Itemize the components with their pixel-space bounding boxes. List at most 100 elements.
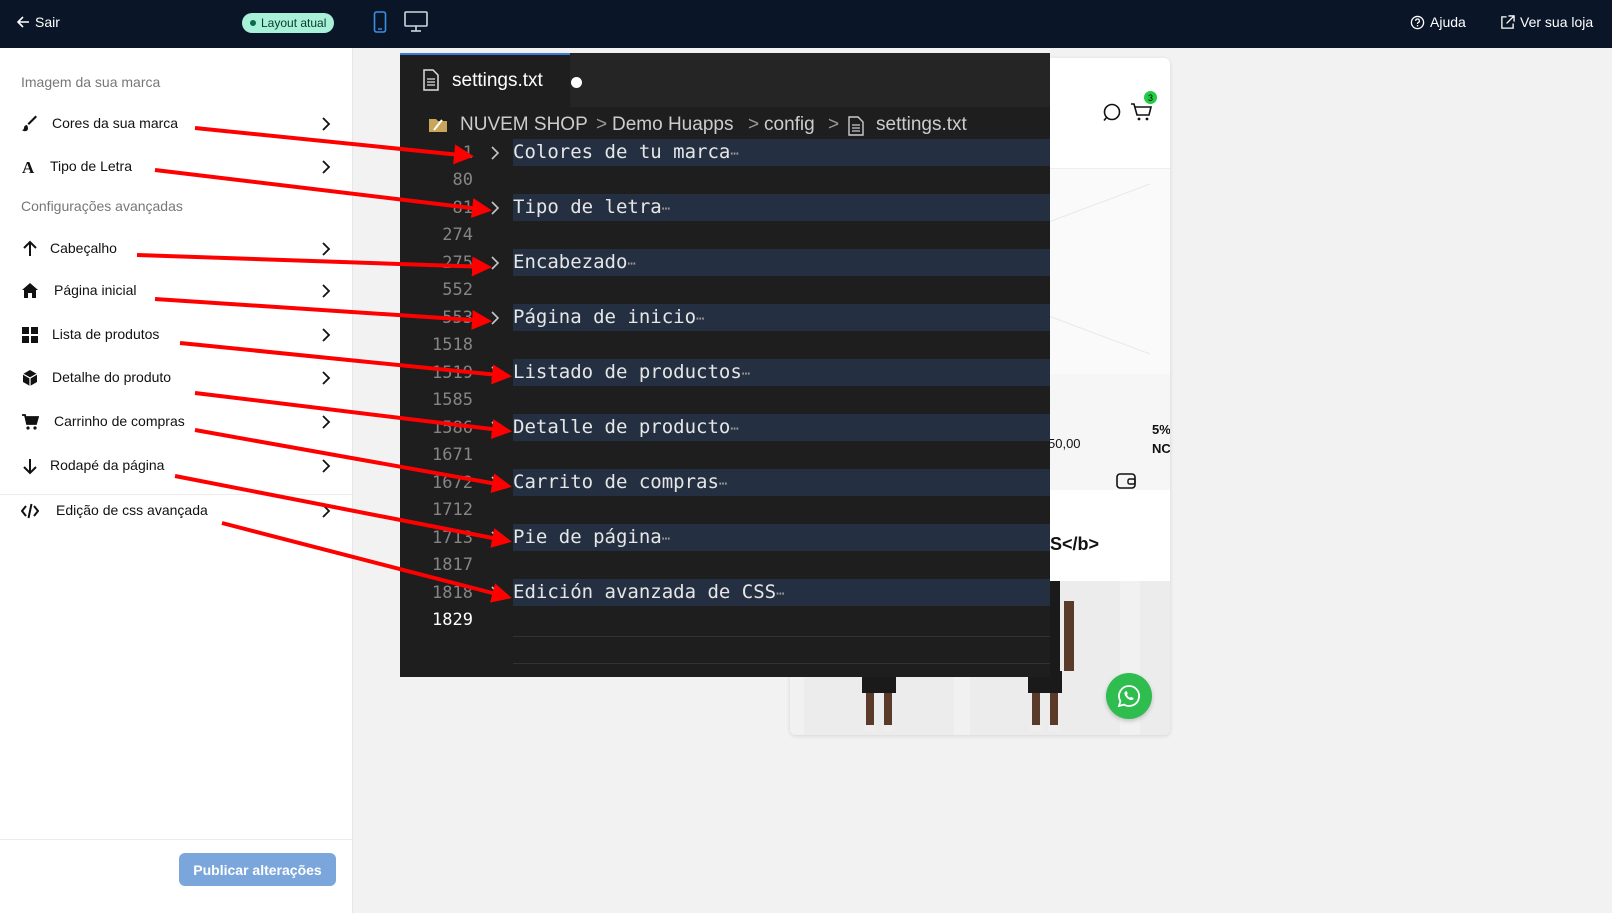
breadcrumb-segment[interactable]: config (764, 114, 815, 136)
chevron-right-icon (322, 284, 331, 298)
breadcrumb-segment[interactable]: Demo Huapps (612, 114, 733, 136)
back-button[interactable]: Sair (16, 14, 60, 30)
chevron-right-icon (322, 160, 331, 174)
fold-chevron-icon[interactable] (488, 419, 502, 437)
sidebar-item-advanced-css[interactable]: Edição de css avançada (0, 496, 340, 532)
line-number: 1713 (432, 528, 473, 548)
sidebar-item-header[interactable]: Cabeçalho (0, 234, 340, 270)
fold-text: Colores de tu marca (513, 141, 731, 163)
visit-label: Ver sua loja (1520, 14, 1594, 30)
search-icon[interactable] (1102, 102, 1122, 122)
editor-tab-label: settings.txt (452, 70, 543, 91)
editor-tab-settings[interactable]: settings.txt (400, 53, 582, 107)
sidebar-item-font[interactable]: A Tipo de Letra (0, 152, 340, 188)
chevron-right-icon (322, 459, 331, 473)
fold-chevron-icon[interactable] (488, 309, 502, 327)
sidebar-item-product-detail[interactable]: Detalhe do produto (0, 363, 340, 399)
line-number: 552 (442, 280, 473, 300)
fold-text: Detalle de producto (513, 416, 731, 438)
fold-ellipsis-icon: ⋯ (718, 476, 728, 492)
publish-button[interactable]: Publicar alterações (179, 853, 336, 886)
folded-region-label[interactable]: Pie de página⋯ (513, 526, 670, 548)
help-button[interactable]: Ajuda (1410, 14, 1466, 30)
fold-text: Encabezado (513, 251, 628, 273)
fold-chevron-icon[interactable] (488, 364, 502, 382)
desktop-device-icon[interactable] (404, 11, 428, 33)
fold-chevron-icon[interactable] (488, 584, 502, 602)
svg-text:A: A (22, 158, 35, 176)
fold-chevron-icon[interactable] (488, 144, 502, 162)
sidebar-item-label: Cores da sua marca (52, 115, 179, 131)
grid-icon (22, 327, 38, 343)
fold-ellipsis-icon: ⋯ (661, 201, 671, 217)
section-advanced-heading: Configurações avançadas (21, 198, 183, 214)
line-number: 275 (442, 253, 473, 273)
fold-chevron-icon[interactable] (488, 529, 502, 547)
chevron-right-icon (322, 371, 331, 385)
file-icon (848, 116, 864, 136)
line-number: 1585 (432, 390, 473, 410)
fold-ellipsis-icon: ⋯ (730, 146, 739, 162)
layout-badge: Layout atual (242, 13, 335, 33)
sidebar-item-label: Carrinho de compras (54, 413, 185, 429)
folded-region-label[interactable]: Listado de productos⋯ (513, 361, 750, 383)
line-number: 274 (442, 225, 473, 245)
fold-text: Pie de página (513, 526, 662, 548)
cart-icon (22, 414, 39, 430)
folded-region-label[interactable]: Carrito de compras⋯ (513, 471, 727, 493)
folded-region-label[interactable]: Colores de tu marca⋯ (513, 141, 739, 163)
font-icon: A (22, 158, 35, 176)
folded-region-label[interactable]: Detalle de producto⋯ (513, 416, 739, 438)
line-number: 1518 (432, 335, 473, 355)
arrow-left-icon (16, 16, 29, 28)
code-editor: settings.txt NUVEM SHOP > Demo Huapps > … (400, 53, 1050, 677)
status-dot-icon (250, 20, 256, 26)
back-label: Sair (35, 14, 60, 30)
file-icon (423, 69, 439, 91)
mobile-device-icon[interactable] (373, 11, 387, 33)
cart-icon[interactable] (1130, 102, 1154, 122)
fold-chevron-icon[interactable] (488, 199, 502, 217)
breadcrumb-segment[interactable]: NUVEM SHOP (460, 114, 588, 136)
sidebar-item-cart[interactable]: Carrinho de compras (0, 407, 340, 443)
whatsapp-button[interactable] (1106, 673, 1152, 719)
sidebar-item-label: Lista de produtos (52, 326, 160, 342)
sidebar-item-label: Página inicial (54, 282, 137, 298)
sidebar-item-brand-colors[interactable]: Cores da sua marca (0, 109, 340, 145)
breadcrumb-separator-icon: > (748, 114, 760, 135)
line-number: 1829 (432, 610, 473, 630)
fold-text: Tipo de letra (513, 196, 662, 218)
sidebar-item-product-list[interactable]: Lista de produtos (0, 320, 340, 356)
line-number: 1671 (432, 445, 473, 465)
line-number: 1818 (432, 583, 473, 603)
folded-region-label[interactable]: Edición avanzada de CSS⋯ (513, 581, 785, 603)
divider (0, 839, 352, 840)
fold-chevron-icon[interactable] (488, 474, 502, 492)
discount-fragment: 5% NC (1152, 420, 1170, 458)
breadcrumb-segment[interactable]: settings.txt (876, 114, 967, 136)
brush-icon (22, 115, 37, 132)
chevron-right-icon (322, 242, 331, 256)
folded-region-label[interactable]: Encabezado⋯ (513, 251, 636, 273)
sidebar-item-footer[interactable]: Rodapé da página (0, 451, 340, 487)
editor-breadcrumb: NUVEM SHOP > Demo Huapps > config > sett… (428, 112, 1038, 140)
fold-ellipsis-icon: ⋯ (696, 311, 705, 327)
sidebar-item-label: Detalhe do produto (52, 369, 172, 385)
discount-sub: NC (1152, 441, 1170, 456)
arrow-up-icon (23, 240, 37, 256)
folded-region-label[interactable]: Tipo de letra⋯ (513, 196, 670, 218)
section-brand-heading: Imagem da sua marca (21, 74, 161, 90)
sidebar-item-label: Tipo de Letra (50, 158, 132, 174)
folder-icon (429, 119, 447, 132)
folded-region-label[interactable]: Página de inicio⋯ (513, 306, 704, 328)
sidebar-item-home-page[interactable]: Página inicial (0, 276, 340, 312)
code-icon (21, 503, 39, 519)
chevron-right-icon (322, 117, 331, 131)
line-number: 1672 (432, 473, 473, 493)
top-bar: Sair Layout atual Ajuda Ver sua loja (0, 0, 1612, 48)
sidebar-item-label: Cabeçalho (50, 240, 117, 256)
divider (0, 494, 352, 495)
visit-store-button[interactable]: Ver sua loja (1500, 14, 1593, 30)
line-number: 81 (452, 198, 473, 218)
fold-chevron-icon[interactable] (488, 254, 502, 272)
